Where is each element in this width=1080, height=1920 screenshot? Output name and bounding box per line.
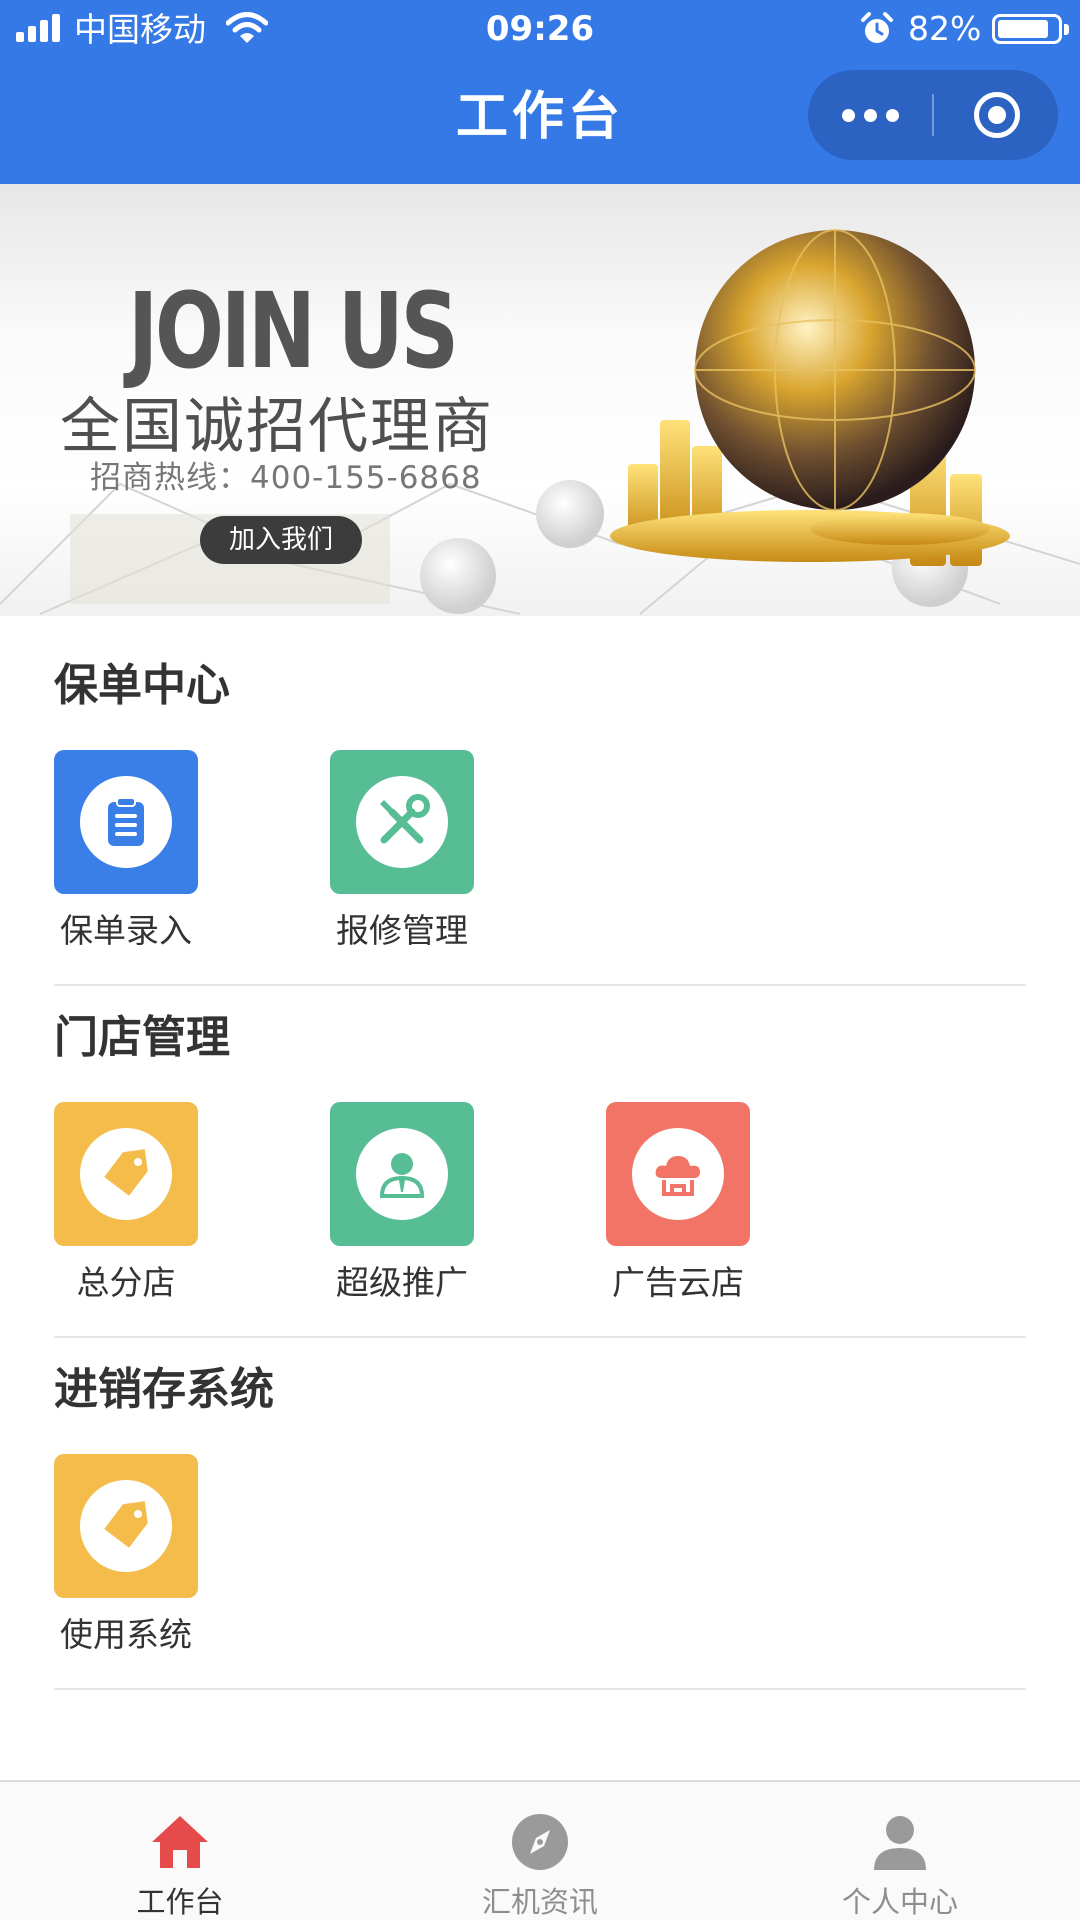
battery-percent: 82% [908, 9, 982, 48]
alarm-icon [861, 12, 893, 43]
tab-label: 个人中心 [841, 1885, 958, 1919]
tile-use-system[interactable]: 使用系统 [54, 1454, 234, 1654]
section-title-store: 门店管理 [54, 1012, 230, 1063]
tile-label: 保单录入 [60, 911, 192, 950]
section-divider [54, 1336, 1026, 1338]
cloud-store-icon [632, 1128, 724, 1220]
more-button[interactable] [808, 70, 932, 160]
promo-banner[interactable]: JOIN US 全国诚招代理商 招商热线：400-155-6868 加入我们 [0, 184, 1080, 616]
tag-icon [80, 1480, 172, 1572]
tab-workbench[interactable]: 工作台 [0, 1782, 360, 1920]
section-divider [54, 1688, 1026, 1690]
bottom-tab-bar: 工作台 汇机资讯 个人中心 [0, 1780, 1080, 1920]
close-miniapp-button[interactable] [974, 92, 1020, 138]
tile-label: 总分店 [76, 1263, 176, 1302]
tile-policy-entry[interactable]: 保单录入 [54, 750, 234, 950]
more-dot-icon [885, 108, 899, 122]
join-us-button[interactable]: 加入我们 [200, 516, 362, 564]
section-title-inventory: 进销存系统 [54, 1364, 274, 1415]
miniapp-capsule [808, 70, 1058, 160]
repair-tools-icon [356, 776, 448, 868]
section-title-policy: 保单中心 [54, 660, 230, 711]
tile-label: 广告云店 [612, 1263, 744, 1302]
banner-heading: JOIN US [128, 270, 459, 392]
status-bar: 中国移动 09:26 82% [0, 0, 1080, 58]
tile-super-promotion[interactable]: 超级推广 [330, 1102, 510, 1302]
tab-label: 汇机资讯 [481, 1885, 598, 1919]
tab-news[interactable]: 汇机资讯 [360, 1782, 720, 1920]
tile-label: 超级推广 [336, 1263, 468, 1302]
section-divider [54, 984, 1026, 986]
compass-icon [512, 1814, 568, 1870]
banner-hotline: 招商热线：400-155-6868 [90, 460, 482, 496]
tile-repair-management[interactable]: 报修管理 [330, 750, 510, 950]
user-icon [874, 1816, 926, 1870]
tag-icon [80, 1128, 172, 1220]
more-dot-icon [841, 108, 855, 122]
tile-label: 使用系统 [60, 1615, 192, 1654]
clipboard-icon [80, 776, 172, 868]
battery-icon [992, 14, 1069, 44]
banner-slogan: 全国诚招代理商 [60, 392, 494, 462]
tile-ad-cloud-store[interactable]: 广告云店 [606, 1102, 786, 1302]
capsule-divider [932, 94, 934, 136]
app-header: 中国移动 09:26 82% 工作台 [0, 0, 1080, 184]
more-dot-icon [863, 108, 877, 122]
person-icon [356, 1128, 448, 1220]
tile-branch-stores[interactable]: 总分店 [54, 1102, 234, 1302]
tab-label: 工作台 [136, 1885, 224, 1919]
tile-label: 报修管理 [336, 911, 468, 950]
home-icon [152, 1816, 208, 1868]
tab-profile[interactable]: 个人中心 [720, 1782, 1080, 1920]
